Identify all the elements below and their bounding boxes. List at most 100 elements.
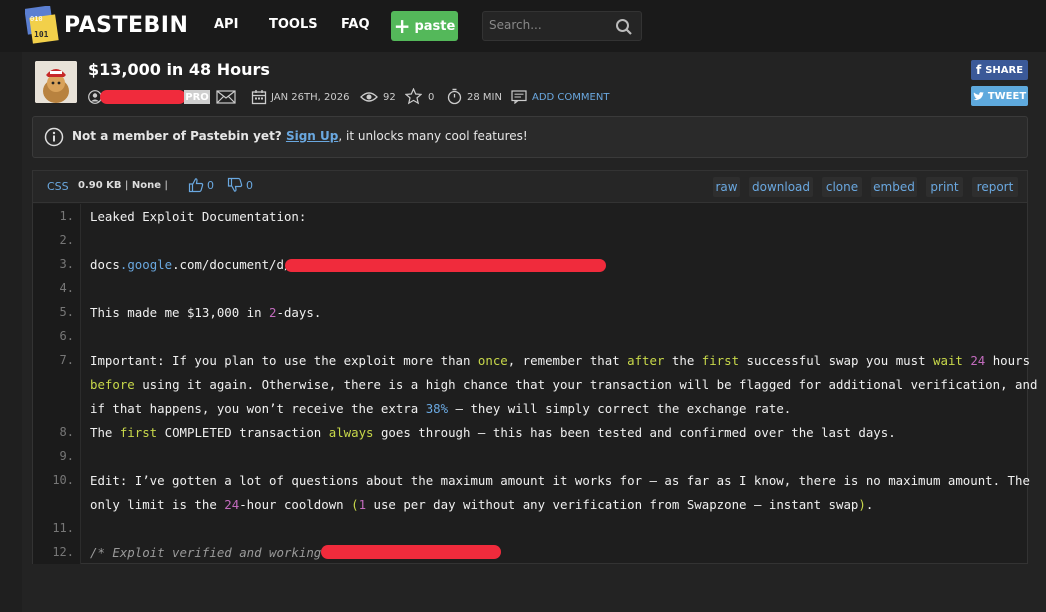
paste-date: JAN 26TH, 2026 — [271, 91, 350, 103]
tweet-button[interactable]: TWEET — [971, 86, 1028, 106]
code-line-5: This made me $13,000 in 2-days. — [90, 305, 321, 320]
code-line-1: Leaked Exploit Documentation: — [90, 209, 307, 224]
code-line-7c: if that happens, you won’t receive the e… — [90, 401, 791, 416]
redacted-username — [100, 90, 186, 104]
code-token: 24 — [224, 497, 240, 512]
line-number: 4. — [59, 281, 74, 295]
nav-tools[interactable]: TOOLS — [269, 17, 318, 32]
code-token: after — [627, 353, 665, 368]
dislike-button[interactable]: 0 — [227, 177, 253, 193]
signup-link[interactable]: Sign Up — [286, 129, 338, 143]
plus-icon: + — [393, 14, 411, 38]
signup-notice: Not a member of Pastebin yet? Sign Up, i… — [32, 116, 1028, 158]
redacted-comment — [321, 545, 501, 559]
pastebin-logo-icon[interactable]: 101 010 — [25, 6, 59, 44]
brand-name[interactable]: PASTEBIN — [64, 13, 188, 38]
line-number: 10. — [52, 473, 74, 487]
avatar[interactable] — [35, 61, 77, 103]
code-token: wait — [933, 353, 963, 368]
thumbs-up-icon — [188, 178, 204, 193]
code-token: .com/document/d/ — [172, 257, 292, 272]
code-token: 2 — [269, 305, 277, 320]
code-token: docs — [90, 257, 120, 272]
category: None — [131, 180, 162, 191]
code-token: using it again. Otherwise, there is a hi… — [134, 377, 1038, 392]
code-line-10b: only limit is the 24-hour cooldown (1 us… — [90, 497, 873, 512]
nav-faq[interactable]: FAQ — [341, 17, 370, 32]
report-button[interactable]: report — [972, 177, 1018, 197]
notice-rest: , it unlocks many cool features! — [338, 129, 528, 143]
paste-code-box: CSS 0.90 KB | None | 0 0 raw download cl… — [32, 170, 1037, 564]
code-token: ( — [351, 497, 359, 512]
code-line-7b: before using it again. Otherwise, there … — [90, 377, 1037, 392]
paste-label: paste — [414, 18, 456, 34]
download-button[interactable]: download — [749, 177, 813, 197]
search-box — [482, 11, 642, 41]
line-number-gutter: 1. 2. 3. 4. 5. 6. 7. 8. 9. 10. 11. 12. — [33, 204, 81, 564]
code-token: first — [701, 353, 740, 368]
search-input[interactable] — [489, 18, 609, 32]
raw-button[interactable]: raw — [713, 177, 740, 197]
syntax-language[interactable]: CSS — [47, 180, 69, 193]
star-icon[interactable] — [405, 88, 422, 105]
search-icon[interactable] — [615, 18, 633, 36]
like-button[interactable]: 0 — [188, 177, 214, 193]
code-token: successful swap you must — [739, 353, 934, 368]
nav-api[interactable]: API — [214, 17, 238, 32]
clone-button[interactable]: clone — [822, 177, 862, 197]
line-number: 6. — [59, 329, 74, 343]
redacted-doc-id — [285, 259, 606, 272]
facebook-share-button[interactable]: f SHARE — [971, 60, 1028, 80]
code-token: only limit is the — [90, 497, 225, 512]
separator: | — [164, 180, 168, 191]
new-paste-button[interactable]: + paste — [391, 11, 458, 41]
line-number: 1. — [59, 209, 74, 223]
expiration: 28 MIN — [467, 91, 502, 103]
stars-count: 0 — [428, 91, 435, 103]
views-count: 92 — [383, 91, 396, 103]
code-token: 1 — [358, 497, 367, 512]
code-token: goes through — this has been tested and … — [373, 425, 896, 440]
eye-icon — [360, 92, 378, 102]
comment-icon[interactable] — [511, 90, 527, 104]
print-button[interactable]: print — [926, 177, 963, 197]
file-size: 0.90 KB — [78, 180, 122, 191]
timer-icon — [447, 88, 462, 105]
code-token: once — [477, 353, 508, 368]
top-navbar: 101 010 PASTEBIN API TOOLS FAQ + paste — [0, 0, 1046, 52]
code-line-12: /* Exploit verified and working — [90, 545, 329, 560]
line-number: 8. — [59, 425, 74, 439]
code-token: always — [328, 425, 374, 440]
code-token: — they will simply correct the exchange … — [448, 401, 792, 416]
svg-text:101: 101 — [34, 30, 49, 39]
share-label: SHARE — [985, 64, 1024, 76]
line-number: 7. — [59, 353, 74, 367]
mail-icon[interactable] — [216, 90, 236, 104]
code-token: . — [865, 497, 874, 512]
code-token: ) — [858, 497, 866, 512]
svg-text:010: 010 — [30, 15, 43, 23]
twitter-bird-icon — [973, 91, 984, 100]
line-number: 5. — [59, 305, 74, 319]
code-line-7a: Important: If you plan to use the exploi… — [90, 353, 1030, 368]
add-comment-link[interactable]: ADD COMMENT — [532, 89, 609, 105]
like-count: 0 — [207, 178, 214, 192]
line-number: 2. — [59, 233, 74, 247]
code-token: The — [90, 425, 120, 440]
thumbs-down-icon — [227, 177, 243, 192]
code-token: first — [119, 425, 158, 440]
code-token: use per day without any verification fro… — [366, 497, 859, 512]
code-token: Important: If you plan to use the exploi… — [90, 353, 478, 368]
code-line-3: docs.google.com/document/d/ — [90, 257, 291, 272]
embed-button[interactable]: embed — [871, 177, 917, 197]
code-token: 38% — [425, 401, 449, 416]
line-number: 12. — [52, 545, 74, 559]
pro-badge: PRO — [184, 90, 210, 104]
separator: | — [125, 180, 129, 191]
code-token: 24 — [970, 353, 986, 368]
tweet-label: TWEET — [987, 90, 1027, 102]
code-token: This made me $13,000 in — [90, 305, 270, 320]
paste-title: $13,000 in 48 Hours — [88, 60, 270, 79]
code-token: -hour cooldown — [239, 497, 352, 512]
code-token: , remember that — [507, 353, 628, 368]
